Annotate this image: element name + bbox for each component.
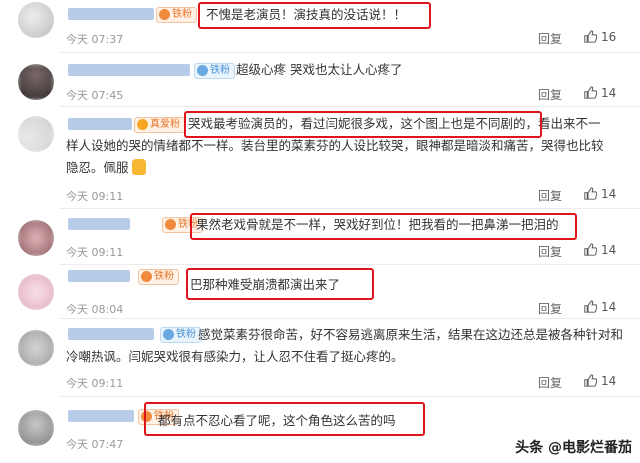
- fan-badge-label: 铁粉: [154, 271, 174, 282]
- timestamp: 今天 09:11: [66, 190, 124, 203]
- thumb-up-icon: [584, 187, 597, 200]
- timestamp: 今天 07:37: [66, 33, 124, 46]
- comment-text-line: 冷嘲热讽。闫妮哭戏很有感染力，让人忍不住看了挺心疼的。: [66, 349, 404, 364]
- timestamp: 今天 09:11: [66, 377, 124, 390]
- avatar[interactable]: [18, 2, 54, 38]
- thumb-up-icon: [584, 30, 597, 43]
- highlight-box: [198, 2, 431, 29]
- comment-text: 样人设她的哭的情绪都不一样。装台里的菜素芬的人设比较哭，眼神都是暗淡和痛苦，哭得…: [66, 135, 604, 157]
- timestamp: 今天 07:45: [66, 89, 124, 102]
- comment-item: 铁粉 不愧是老演员！演技真的没话说！！ 今天 07:37 回复 16: [0, 0, 640, 52]
- like-button[interactable]: 14: [584, 374, 616, 388]
- reply-button[interactable]: 回复: [538, 243, 562, 260]
- comment-text-line: 超级心疼 哭戏也太让人心疼了: [236, 62, 403, 77]
- username[interactable]: [68, 410, 134, 422]
- watermark: 头条 @电影烂番茄: [515, 440, 632, 456]
- comment-item: 铁粉 果然老戏骨就是不一样，哭戏好到位！把我看的一把鼻涕一把泪的 今天 09:1…: [0, 208, 640, 263]
- fan-badge-label: 铁粉: [176, 329, 196, 340]
- like-button[interactable]: 14: [584, 187, 616, 201]
- username[interactable]: [68, 118, 132, 130]
- fan-badge-label: 铁粉: [210, 65, 230, 76]
- thumb-up-icon: [584, 86, 597, 99]
- comment-text: 冷嘲热讽。闫妮哭戏很有感染力，让人忍不住看了挺心疼的。: [66, 346, 404, 368]
- fan-badge-icon: [159, 9, 170, 20]
- fan-badge: 铁粉: [138, 269, 179, 285]
- comment-text: 感觉菜素芬很命苦，好不容易逃离原来生活，结果在这边还总是被各种针对和: [198, 324, 623, 346]
- like-button[interactable]: 16: [584, 30, 616, 44]
- reply-button[interactable]: 回复: [538, 30, 562, 47]
- username[interactable]: [68, 328, 154, 340]
- timestamp: 今天 08:04: [66, 303, 124, 316]
- comment-item: 铁粉 超级心疼 哭戏也太让人心疼了 今天 07:45 回复 14: [0, 52, 640, 104]
- like-count: 14: [601, 86, 617, 100]
- comment-item: 真爱粉 哭戏最考验演员的，看过闫妮很多戏，这个图上也是不同剧的，看出来不一 样人…: [0, 106, 640, 208]
- like-count: 14: [601, 187, 617, 201]
- comment-item: 铁粉 巴那种难受崩溃都演出来了 今天 08:04 回复 14: [0, 264, 640, 317]
- fan-badge: 铁粉: [194, 63, 235, 79]
- fan-badge-icon: [141, 271, 152, 282]
- fan-badge-icon: [163, 329, 174, 340]
- highlight-box: [144, 402, 425, 436]
- fan-badge-label: 真爱粉: [150, 119, 180, 130]
- username[interactable]: [68, 218, 130, 230]
- reply-button[interactable]: 回复: [538, 300, 562, 317]
- avatar[interactable]: [18, 64, 54, 100]
- comment-text-line: 感觉菜素芬很命苦，好不容易逃离原来生活，结果在这边还总是被各种针对和: [198, 327, 624, 342]
- timestamp: 今天 09:11: [66, 246, 124, 259]
- timestamp: 今天 07:47: [66, 438, 124, 451]
- fan-badge: 铁粉: [160, 327, 201, 343]
- like-count: 14: [601, 374, 617, 388]
- fan-badge: 铁粉: [156, 7, 197, 23]
- like-button[interactable]: 14: [584, 86, 616, 100]
- highlight-box: [184, 111, 542, 138]
- like-button[interactable]: 14: [584, 243, 616, 257]
- avatar[interactable]: [18, 274, 54, 310]
- like-count: 14: [601, 243, 617, 257]
- fan-badge-label: 铁粉: [172, 9, 192, 20]
- thumb-up-icon: [584, 374, 597, 387]
- fan-badge: 真爱粉: [134, 117, 185, 133]
- comment-item: 铁粉 感觉菜素芬很命苦，好不容易逃离原来生活，结果在这边还总是被各种针对和 冷嘲…: [0, 318, 640, 396]
- avatar[interactable]: [18, 116, 54, 152]
- thumb-up-icon: [584, 243, 597, 256]
- reply-button[interactable]: 回复: [538, 86, 562, 103]
- like-count: 16: [601, 30, 617, 44]
- username[interactable]: [68, 8, 154, 20]
- fan-badge-icon: [137, 119, 148, 130]
- reply-button[interactable]: 回复: [538, 187, 562, 204]
- thumbs-up-emoji-icon: [131, 159, 146, 175]
- highlight-box: [186, 268, 374, 300]
- fan-badge-icon: [197, 65, 208, 76]
- username[interactable]: [68, 64, 190, 76]
- avatar[interactable]: [18, 220, 54, 256]
- highlight-box: [190, 213, 577, 240]
- username[interactable]: [68, 270, 130, 282]
- avatar[interactable]: [18, 410, 54, 446]
- avatar[interactable]: [18, 330, 54, 366]
- like-count: 14: [601, 300, 617, 314]
- comment-text: 隐忍。佩服: [66, 157, 146, 179]
- thumb-up-icon: [584, 300, 597, 313]
- reply-button[interactable]: 回复: [538, 374, 562, 391]
- comment-text-line: 隐忍。佩服: [66, 160, 129, 175]
- fan-badge-icon: [165, 219, 176, 230]
- comment-text-line: 样人设她的哭的情绪都不一样。装台里的菜素芬的人设比较哭，眼神都是暗淡和痛苦，哭得…: [66, 138, 604, 153]
- like-button[interactable]: 14: [584, 300, 616, 314]
- comment-text: 超级心疼 哭戏也太让人心疼了: [236, 59, 402, 81]
